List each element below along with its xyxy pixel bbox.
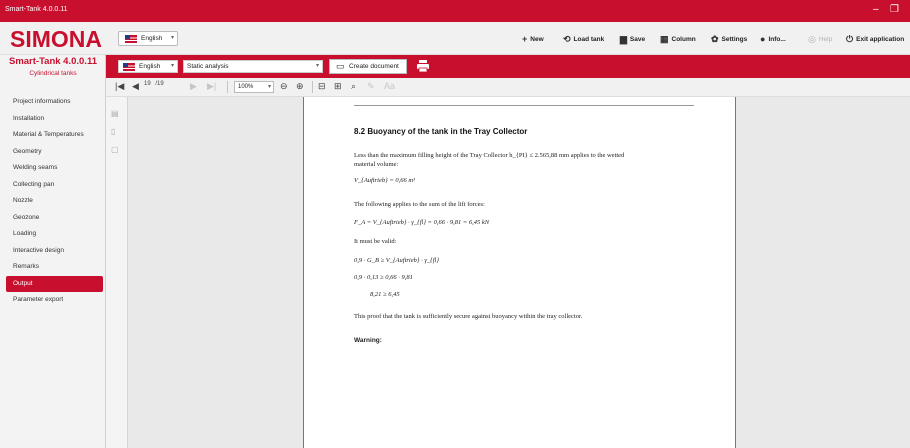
sidebar: Smart-Tank 4.0.0.11 Cylindrical tanks Pr…: [0, 55, 106, 448]
document-icon: ▭: [336, 61, 345, 71]
restore-icon[interactable]: ❐: [890, 4, 899, 15]
doc-formula: 8,21 ≥ 6,45: [370, 291, 400, 298]
sidebar-item-output[interactable]: Output: [6, 275, 103, 292]
language-select[interactable]: English ▾: [118, 31, 178, 46]
load-icon: ⟲: [563, 33, 571, 44]
sidebar-item-material-temperatures[interactable]: Material & Temperatures: [0, 127, 106, 144]
zoom-in-icon[interactable]: ⊕: [296, 81, 304, 92]
warning-label: Warning:: [354, 337, 382, 344]
language-label: English: [141, 35, 163, 42]
attachments-icon[interactable]: ▢: [111, 145, 119, 154]
fit-page-icon[interactable]: ⊟: [318, 81, 326, 92]
load-tank-button[interactable]: ⟲ Load tank: [563, 32, 604, 46]
sidebar-item-parameter-export[interactable]: Parameter export: [0, 292, 106, 309]
document-viewer[interactable]: 8.2 Buoyancy of the tank in the Tray Col…: [128, 97, 910, 448]
zoom-out-icon[interactable]: ⊖: [280, 81, 288, 92]
multi-page-icon[interactable]: ⊞: [334, 81, 342, 92]
search-icon[interactable]: ⌕: [351, 81, 356, 92]
info-button[interactable]: ● Info...: [760, 32, 786, 46]
sidebar-item-geometry[interactable]: Geometry: [0, 144, 106, 161]
chevron-down-icon: ▾: [170, 63, 174, 69]
toolbar-divider: [227, 81, 228, 93]
exit-application-button[interactable]: ⏻ Exit application: [846, 32, 904, 46]
column-icon: ▦: [660, 33, 669, 44]
previous-page-icon[interactable]: ◀: [132, 81, 139, 92]
settings-button[interactable]: ✿ Settings: [711, 32, 747, 46]
sidebar-nav: Project informations Installation Materi…: [0, 94, 106, 309]
chevron-down-icon: ▾: [315, 63, 319, 69]
viewer-toolbar: |◀ ◀ 19 /19 ▶ ▶| 100% ▾ ⊖ ⊕ ⊟ ⊞ ⌕ ✎ Aa: [106, 78, 910, 97]
save-button[interactable]: ▆ Save: [620, 32, 645, 46]
current-page: 19: [144, 81, 151, 87]
viewer-side-panel: ▤ ▯ ▢: [106, 97, 128, 448]
thumbnails-icon[interactable]: ▤: [111, 109, 119, 118]
minimize-icon[interactable]: –: [873, 4, 879, 15]
app-name-block: Smart-Tank 4.0.0.11 Cylindrical tanks: [0, 55, 106, 87]
doc-line: It must be valid:: [354, 238, 397, 245]
next-page-icon[interactable]: ▶: [190, 81, 197, 92]
section-heading: 8.2 Buoyancy of the tank in the Tray Col…: [354, 127, 528, 136]
plus-icon: +: [522, 34, 528, 44]
highlight-icon[interactable]: ✎: [367, 81, 375, 92]
last-page-icon[interactable]: ▶|: [207, 81, 216, 92]
app-name: Smart-Tank 4.0.0.11: [8, 56, 97, 67]
zoom-level: 100%: [238, 84, 254, 90]
doc-line: Less than the maximum filling height of …: [354, 152, 625, 159]
sidebar-item-collecting-pan[interactable]: Collecting pan: [0, 177, 106, 194]
report-language-select[interactable]: English ▾: [118, 60, 178, 73]
analysis-type-label: Static analysis: [187, 63, 229, 70]
app-subtitle: Cylindrical tanks: [29, 70, 77, 77]
doc-formula: 0,9 · 0,13 ≥ 0,66 · 9,81: [354, 274, 413, 281]
page-header-rule: [354, 105, 694, 106]
window-title: Smart-Tank 4.0.0.11: [5, 6, 68, 13]
doc-line: This proof that the tank is sufficiently…: [354, 313, 583, 320]
simona-logo: SIMONA: [10, 26, 102, 52]
power-icon: ⏻: [846, 33, 854, 44]
doc-formula: F_A = V_{Auftrieb} · γ_{fl} = 0,66 · 9,8…: [354, 219, 490, 226]
print-icon[interactable]: [416, 59, 430, 73]
toolbar-divider: [312, 81, 313, 93]
sidebar-item-loading[interactable]: Loading: [0, 226, 106, 243]
doc-line: The following applies to the sum of the …: [354, 201, 485, 208]
info-icon: ●: [760, 34, 766, 44]
save-icon: ▆: [620, 33, 627, 44]
sidebar-item-interactive-design[interactable]: Interactive design: [0, 243, 106, 260]
sidebar-item-geozone[interactable]: Geozone: [0, 210, 106, 227]
column-button[interactable]: ▦ Column: [660, 32, 696, 46]
create-document-button[interactable]: ▭ Create document: [329, 59, 407, 74]
sidebar-item-welding-seams[interactable]: Welding seams: [0, 160, 106, 177]
doc-formula: 0,9 · G_B ≥ V_{Auftrieb} · γ_{fl}: [354, 257, 439, 264]
create-document-label: Create document: [349, 63, 399, 70]
total-pages: /19: [155, 81, 164, 87]
first-page-icon[interactable]: |◀: [115, 81, 124, 92]
window-titlebar: Smart-Tank 4.0.0.11 – ❐: [0, 0, 910, 22]
sidebar-item-nozzle[interactable]: Nozzle: [0, 193, 106, 210]
us-flag-icon: [125, 35, 137, 43]
sidebar-item-remarks[interactable]: Remarks: [0, 259, 106, 276]
help-button[interactable]: ◎ Help: [808, 32, 832, 46]
analysis-type-select[interactable]: Static analysis ▾: [183, 60, 323, 73]
doc-line: material volume:: [354, 161, 399, 168]
sidebar-item-installation[interactable]: Installation: [0, 111, 106, 128]
page-indicator[interactable]: 19 /19: [144, 81, 188, 93]
gear-icon: ✿: [711, 33, 719, 44]
us-flag-icon: [123, 63, 135, 71]
new-button[interactable]: + New: [522, 32, 544, 46]
header-toolbar: SIMONA English ▾ + New ⟲ Load tank ▆ Sav…: [0, 22, 910, 55]
text-select-icon[interactable]: Aa: [384, 81, 395, 91]
zoom-select[interactable]: 100% ▾: [234, 81, 274, 93]
bookmarks-icon[interactable]: ▯: [111, 127, 115, 136]
report-toolbar: English ▾ Static analysis ▾ ▭ Create doc…: [106, 55, 910, 78]
chevron-down-icon: ▾: [267, 84, 271, 90]
sidebar-item-project-informations[interactable]: Project informations: [0, 94, 106, 111]
document-page: 8.2 Buoyancy of the tank in the Tray Col…: [303, 97, 736, 448]
help-icon: ◎: [808, 33, 816, 44]
chevron-down-icon: ▾: [170, 35, 174, 41]
report-language-label: English: [139, 63, 161, 70]
doc-formula: V_{Auftrieb} = 0,66 m³: [354, 177, 416, 184]
